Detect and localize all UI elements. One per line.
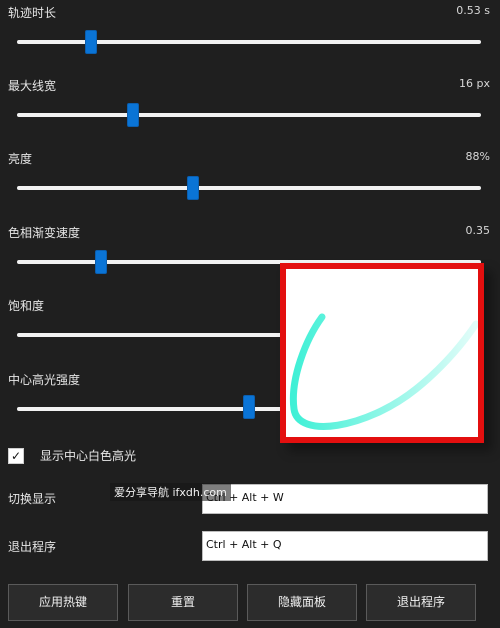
- slider-label: 中心高光强度: [8, 373, 81, 387]
- trail-preview: [280, 263, 484, 443]
- checkbox[interactable]: ✓: [8, 447, 24, 464]
- check-icon: ✓: [10, 448, 22, 463]
- slider-label: 亮度: [8, 152, 33, 166]
- slider-value: 0.35: [465, 224, 491, 237]
- slider-thumb[interactable]: [94, 250, 107, 274]
- slider-track[interactable]: [17, 113, 481, 117]
- slider-thumb[interactable]: [127, 103, 139, 127]
- slider-track[interactable]: [17, 186, 481, 190]
- slider-label: 最大线宽: [8, 79, 57, 93]
- exit-program-hotkey-input[interactable]: Ctrl + Alt + Q: [202, 531, 488, 561]
- slider-thumb[interactable]: [85, 30, 98, 54]
- show-center-highlight-option[interactable]: ✓ 显示中心白色高光: [8, 447, 136, 464]
- toggle-display-label: 切换显示: [8, 492, 57, 506]
- toggle-display-hotkey-input[interactable]: Ctrl + Alt + W: [202, 484, 488, 514]
- slider-value: 0.53 s: [456, 4, 490, 17]
- slider-label: 饱和度: [8, 299, 45, 313]
- exit-program-label: 退出程序: [8, 540, 57, 554]
- checkbox-label: 显示中心白色高光: [40, 449, 137, 463]
- exit-program-button[interactable]: 退出程序: [366, 584, 476, 621]
- hotkey-value: Ctrl + Alt + Q: [206, 538, 282, 551]
- hide-panel-button[interactable]: 隐藏面板: [247, 584, 357, 621]
- apply-hotkeys-button[interactable]: 应用热键: [8, 584, 118, 621]
- slider-label: 色相渐变速度: [8, 226, 81, 240]
- watermark: 爱分享导航 ifxdh.com: [110, 483, 231, 501]
- slider-label: 轨迹时长: [8, 6, 57, 20]
- slider-thumb[interactable]: [243, 395, 255, 419]
- slider-value: 88%: [465, 150, 490, 163]
- trail-stroke-icon: [289, 313, 480, 430]
- slider-thumb[interactable]: [187, 176, 200, 200]
- slider-value: 16 px: [459, 77, 490, 90]
- reset-button[interactable]: 重置: [128, 584, 238, 621]
